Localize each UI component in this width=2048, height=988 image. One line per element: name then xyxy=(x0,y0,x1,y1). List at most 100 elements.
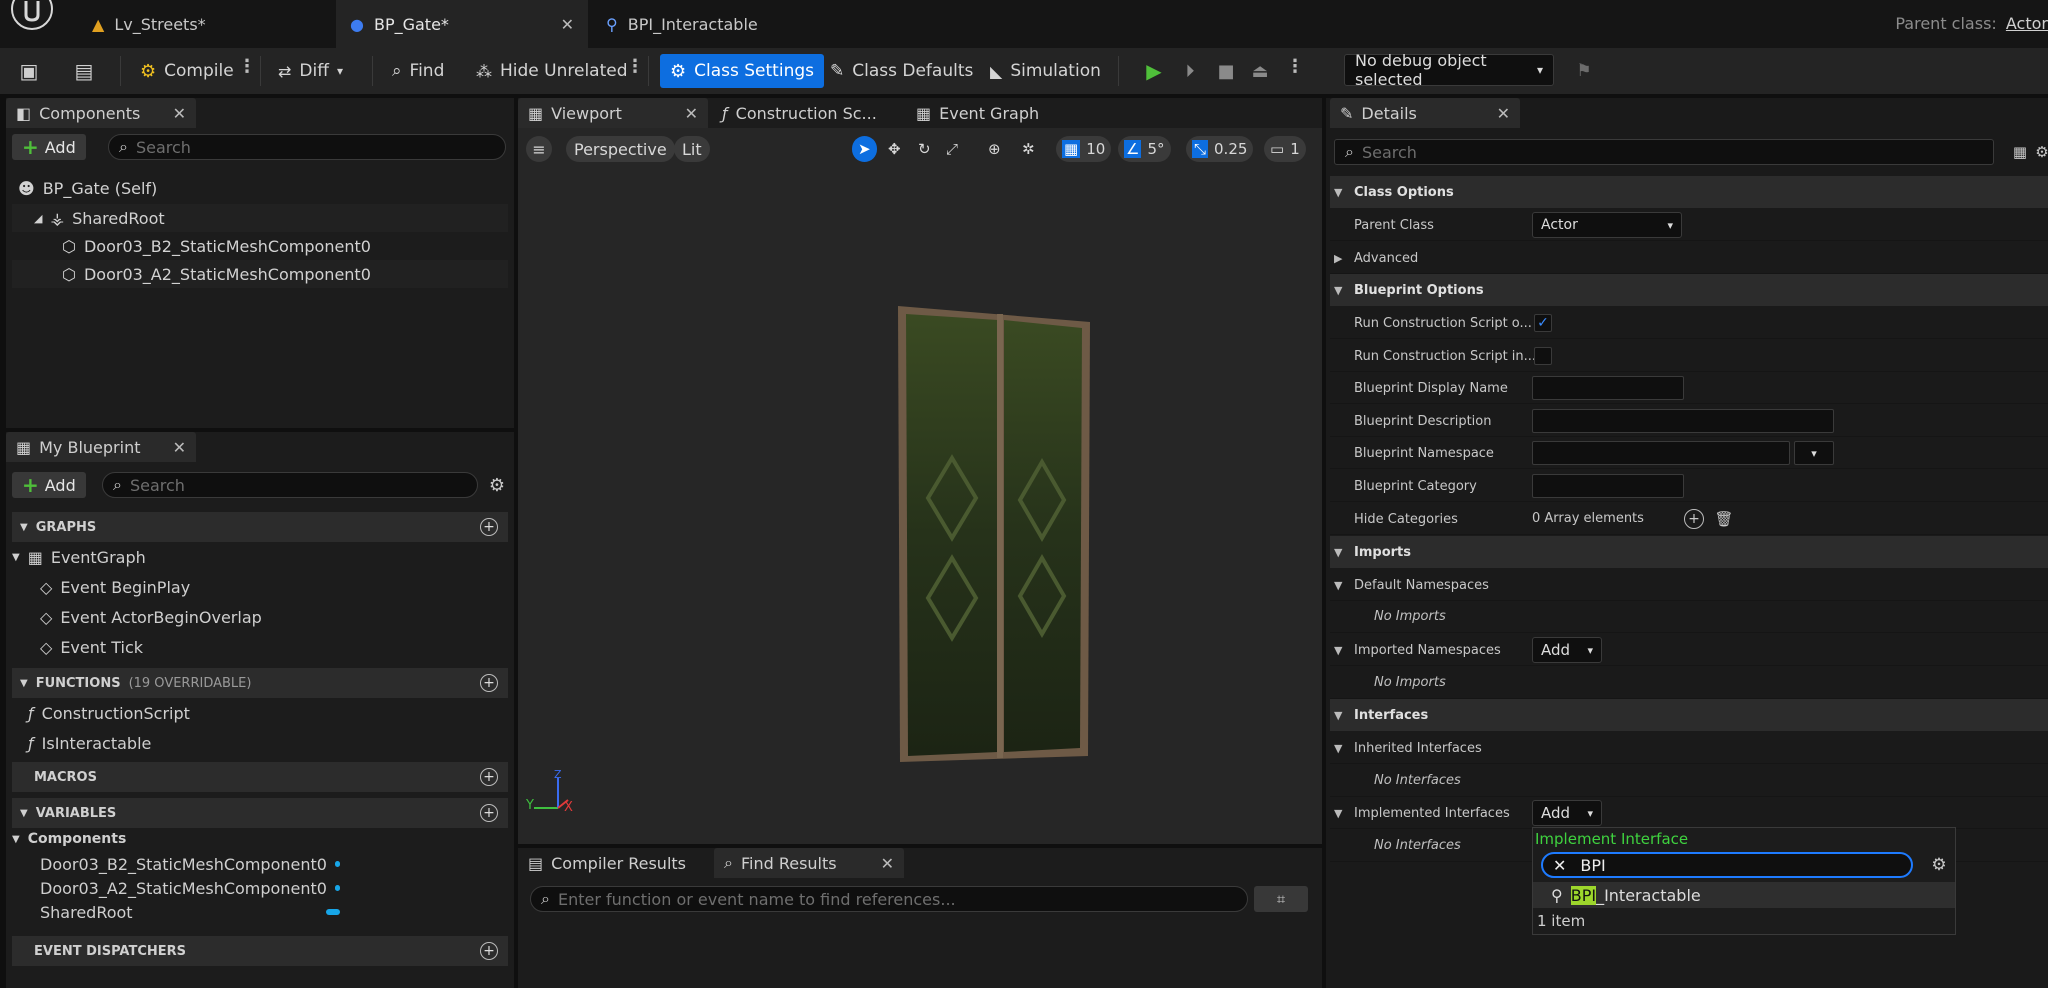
add-member-button[interactable]: + Add xyxy=(12,472,86,498)
functions-section[interactable]: ▼ FUNCTIONS (19 OVERRIDABLE) + xyxy=(12,668,508,698)
imports-category[interactable]: ▼ Imports xyxy=(1330,536,2048,568)
components-search-input[interactable]: ⌕ Search xyxy=(108,134,506,160)
add-macro-icon[interactable]: + xyxy=(480,768,498,786)
close-icon[interactable]: ✕ xyxy=(685,104,698,123)
simulation-button[interactable]: ◣ Simulation xyxy=(984,54,1107,88)
variable-item[interactable]: Door03_A2_StaticMeshComponent0 xyxy=(40,876,340,900)
gear-icon[interactable]: ⚙ xyxy=(2036,140,2048,164)
find-references-input[interactable]: ⌕ Enter function or event name to find r… xyxy=(530,886,1248,912)
variable-category[interactable]: ▼ Components xyxy=(12,828,126,850)
add-interface-button[interactable]: Add ▾ xyxy=(1532,800,1602,826)
eject-icon[interactable]: ⏏ xyxy=(1248,58,1272,84)
close-icon[interactable]: ✕ xyxy=(1497,104,1510,123)
components-tab[interactable]: ◧ Components ✕ xyxy=(6,98,196,128)
variable-item[interactable]: SharedRoot xyxy=(40,900,340,924)
select-mode-icon[interactable]: ➤ xyxy=(852,136,877,162)
stop-icon[interactable]: ■ xyxy=(1214,58,1238,84)
tab-bpi-interactable[interactable]: ⚲ BPI_Interactable xyxy=(592,0,792,48)
component-door-a2[interactable]: ⬡ Door03_A2_StaticMeshComponent0 xyxy=(12,260,508,288)
trash-icon[interactable]: 🗑 xyxy=(1714,509,1734,529)
diff-button[interactable]: ⇄ Diff ▾ xyxy=(272,54,349,88)
graphs-section[interactable]: ▼ GRAPHS + xyxy=(12,512,508,542)
add-function-icon[interactable]: + xyxy=(480,674,498,692)
compile-options-icon[interactable]: ⋮ xyxy=(238,56,256,77)
interface-search-input[interactable]: ✕ BPI xyxy=(1541,852,1913,878)
tab-construction-script[interactable]: ƒ Construction Sc... xyxy=(712,98,902,128)
find-in-all-blueprints-button[interactable]: ⌗ xyxy=(1254,886,1308,912)
tab-compiler-results[interactable]: ▤ Compiler Results xyxy=(518,848,708,878)
scale-icon[interactable]: ⤢ xyxy=(940,136,964,162)
variable-item[interactable]: Door03_B2_StaticMeshComponent0 xyxy=(40,852,340,876)
debug-filter-icon[interactable]: ⚑ xyxy=(1572,58,1596,84)
parent-class-dropdown[interactable]: Actor ▾ xyxy=(1532,212,1682,238)
gear-icon[interactable]: ⚙ xyxy=(484,472,510,498)
close-icon[interactable]: ✕ xyxy=(173,438,186,457)
more-options-icon[interactable]: ⋮ xyxy=(626,56,644,77)
add-dispatcher-icon[interactable]: + xyxy=(480,942,498,960)
tab-lv-streets[interactable]: ▲ Lv_Streets* xyxy=(78,0,334,48)
class-options-category[interactable]: ▼ Class Options xyxy=(1330,176,2048,208)
tab-event-graph[interactable]: ▦ Event Graph xyxy=(906,98,1066,128)
viewport-canvas[interactable]: Y X Z xyxy=(518,128,1322,844)
hide-unrelated-button[interactable]: ⁂ Hide Unrelated xyxy=(470,54,634,88)
surface-snap-icon[interactable]: ✲ xyxy=(1016,136,1041,162)
perspective-button[interactable]: Perspective xyxy=(566,136,675,162)
interfaces-category[interactable]: ▼ Interfaces xyxy=(1330,699,2048,731)
parent-class-link[interactable]: Actor xyxy=(2006,14,2048,33)
clear-icon[interactable]: ✕ xyxy=(1553,856,1566,875)
close-icon[interactable]: ✕ xyxy=(561,15,574,34)
display-name-field[interactable] xyxy=(1532,376,1684,400)
event-item[interactable]: ◇ Event ActorBeginOverlap xyxy=(40,604,262,630)
close-icon[interactable]: ✕ xyxy=(173,104,186,123)
angle-snap-toggle[interactable]: ∠ 5° xyxy=(1118,136,1171,162)
viewport-menu-button[interactable]: ≡ xyxy=(526,136,552,162)
lit-button[interactable]: Lit xyxy=(674,136,710,162)
play-icon[interactable]: ▶ xyxy=(1142,58,1166,84)
component-door-b2[interactable]: ⬡ Door03_B2_StaticMeshComponent0 xyxy=(12,232,508,260)
namespace-field[interactable] xyxy=(1532,441,1790,465)
add-graph-icon[interactable]: + xyxy=(480,518,498,536)
scale-snap-toggle[interactable]: ⤡ 0.25 xyxy=(1186,136,1254,162)
rotate-icon[interactable]: ↻ xyxy=(912,136,937,162)
world-local-icon[interactable]: ⊕ xyxy=(982,136,1007,162)
unreal-logo-icon[interactable] xyxy=(6,0,58,32)
tab-find-results[interactable]: ⌕ Find Results ✕ xyxy=(714,848,904,878)
tab-bp-gate[interactable]: ● BP_Gate* ✕ xyxy=(336,0,588,48)
save-icon[interactable]: ▣ xyxy=(16,58,42,84)
camera-speed-button[interactable]: ▭ 1 xyxy=(1264,136,1306,162)
grid-snap-toggle[interactable]: ▦ 10 xyxy=(1056,136,1112,162)
class-settings-button[interactable]: ⚙ Class Settings xyxy=(660,54,824,88)
compile-button[interactable]: ⚙ Compile xyxy=(134,54,240,88)
details-tab[interactable]: ✎ Details ✕ xyxy=(1330,98,1520,128)
inherited-interfaces-row[interactable]: ▼ Inherited Interfaces xyxy=(1330,732,2048,764)
interface-result-item[interactable]: ⚲ BPI_Interactable xyxy=(1533,882,1955,908)
event-graph-item[interactable]: ▼ ▦ EventGraph xyxy=(12,544,146,570)
function-item[interactable]: ƒ ConstructionScript xyxy=(28,700,190,726)
find-button[interactable]: ⌕ Find xyxy=(386,54,450,88)
event-item[interactable]: ◇ Event Tick xyxy=(40,634,143,660)
property-matrix-icon[interactable]: ▦ xyxy=(2008,140,2032,164)
tab-viewport[interactable]: ▦ Viewport ✕ xyxy=(518,98,708,128)
debug-object-dropdown[interactable]: No debug object selected ▾ xyxy=(1344,51,1554,89)
function-item[interactable]: ƒ IsInteractable xyxy=(28,730,151,756)
close-icon[interactable]: ✕ xyxy=(881,854,894,873)
run-cs-in-checkbox[interactable] xyxy=(1534,347,1552,365)
component-shared-root[interactable]: ◢ ⚶ SharedRoot xyxy=(12,204,508,232)
play-options-icon[interactable]: ⋮ xyxy=(1286,56,1304,77)
my-blueprint-tab[interactable]: ▦ My Blueprint ✕ xyxy=(6,432,196,462)
browse-icon[interactable]: ▤ xyxy=(70,58,98,84)
step-icon[interactable]: ⏵ xyxy=(1178,58,1202,84)
blueprint-options-category[interactable]: ▼ Blueprint Options xyxy=(1330,274,2048,306)
add-element-icon[interactable]: + xyxy=(1684,509,1704,529)
details-search-input[interactable]: ⌕ Search xyxy=(1334,139,1994,165)
variables-section[interactable]: ▼ VARIABLES + xyxy=(12,798,508,828)
category-field[interactable] xyxy=(1532,474,1684,498)
gear-icon[interactable]: ⚙ xyxy=(1927,852,1951,878)
advanced-row[interactable]: ▶ Advanced xyxy=(1330,242,2048,274)
add-namespace-button[interactable]: Add ▾ xyxy=(1532,637,1602,663)
translate-icon[interactable]: ✥ xyxy=(882,136,907,162)
namespace-dropdown[interactable]: ▾ xyxy=(1794,441,1834,465)
event-item[interactable]: ◇ Event BeginPlay xyxy=(40,574,190,600)
add-variable-icon[interactable]: + xyxy=(480,804,498,822)
add-component-button[interactable]: + Add xyxy=(12,134,86,160)
